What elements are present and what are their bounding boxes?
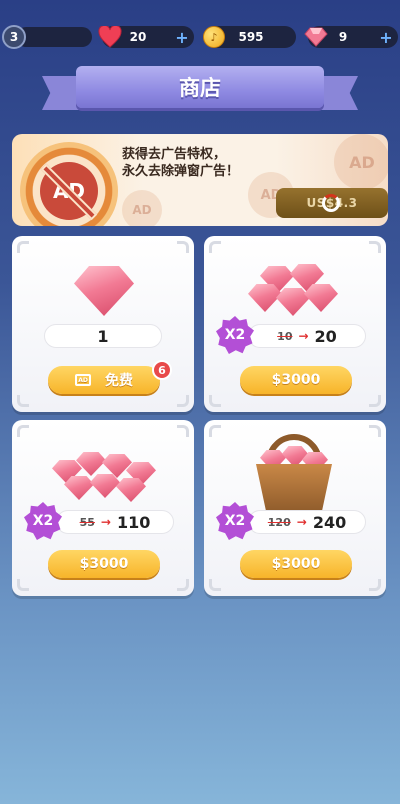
gem-pile-icon [304,284,338,312]
shop-item-card[interactable]: 1 AD 免费 6 [12,236,194,412]
item-amount-value: 240 [312,512,347,532]
notification-badge: 6 [152,360,172,380]
item-amount-value: 20 [314,326,337,346]
buy-button[interactable]: $3000 [240,550,352,578]
gems-counter: 9 + [304,26,398,48]
item-amount-value: 1 [97,326,109,346]
title-ribbon: 商店 [42,62,358,116]
remove-ads-price-button[interactable]: US$4.3 [276,188,388,218]
coins-counter: ♪ 595 [203,26,296,48]
item-amount: 120 → 240 [248,510,366,534]
remove-ads-description: 获得去广告特权， 永久去除弹窗广告！ [122,146,239,180]
gem-heap-icon [116,478,146,502]
x2-bonus-badge: X2 [24,502,62,540]
remove-ads-line2: 永久去除弹窗广告！ [122,164,240,179]
add-hearts-button[interactable]: + [174,28,190,47]
coin-icon: ♪ [200,23,228,51]
x2-bonus-badge: X2 [216,502,254,540]
old-amount: 120 [267,515,291,529]
hearts-counter: 20 + [98,26,194,48]
gem-basket-icon [256,464,332,514]
arrow-right-icon: → [296,515,307,529]
shop-item-card[interactable]: 55 → 110 X2 $3000 [12,420,194,596]
buy-button[interactable]: $3000 [240,366,352,394]
old-amount: 55 [79,515,95,529]
ad-deco-circle: AD [122,190,162,226]
level-progress-bar [16,27,92,47]
ad-deco-circle: AD [334,134,388,190]
loading-spinner-icon [322,194,340,212]
buy-button[interactable]: $3000 [48,550,160,578]
shop-item-card[interactable]: 120 → 240 X2 $3000 [204,420,386,596]
arrow-right-icon: → [100,515,111,529]
gem-icon [302,23,330,51]
remove-ads-line1: 获得去广告特权， [122,147,227,162]
arrow-right-icon: → [298,329,309,343]
item-amount: 10 → 20 [248,324,366,348]
item-amount: 55 → 110 [56,510,174,534]
ad-video-icon: AD [75,374,91,386]
old-amount: 10 [277,329,293,343]
item-amount-value: 110 [116,512,151,532]
no-ads-icon: AD [20,142,118,226]
remove-ads-banner[interactable]: AD AD AD AD 获得去广告特权， 永久去除弹窗广告！ US$4.3 [12,134,388,226]
add-gems-button[interactable]: + [378,28,394,47]
level-badge: 3 [2,25,26,49]
item-amount: 1 [44,324,162,348]
shop-item-card[interactable]: 10 → 20 X2 $3000 [204,236,386,412]
x2-bonus-badge: X2 [216,316,254,354]
top-status-bar: 3 20 + ♪ 595 9 + [0,22,400,50]
free-button-label: 免费 [105,373,133,389]
free-ad-button[interactable]: AD 免费 [48,366,160,394]
gem-icon [74,266,134,316]
heart-icon [96,23,124,51]
page-title: 商店 [76,66,324,108]
